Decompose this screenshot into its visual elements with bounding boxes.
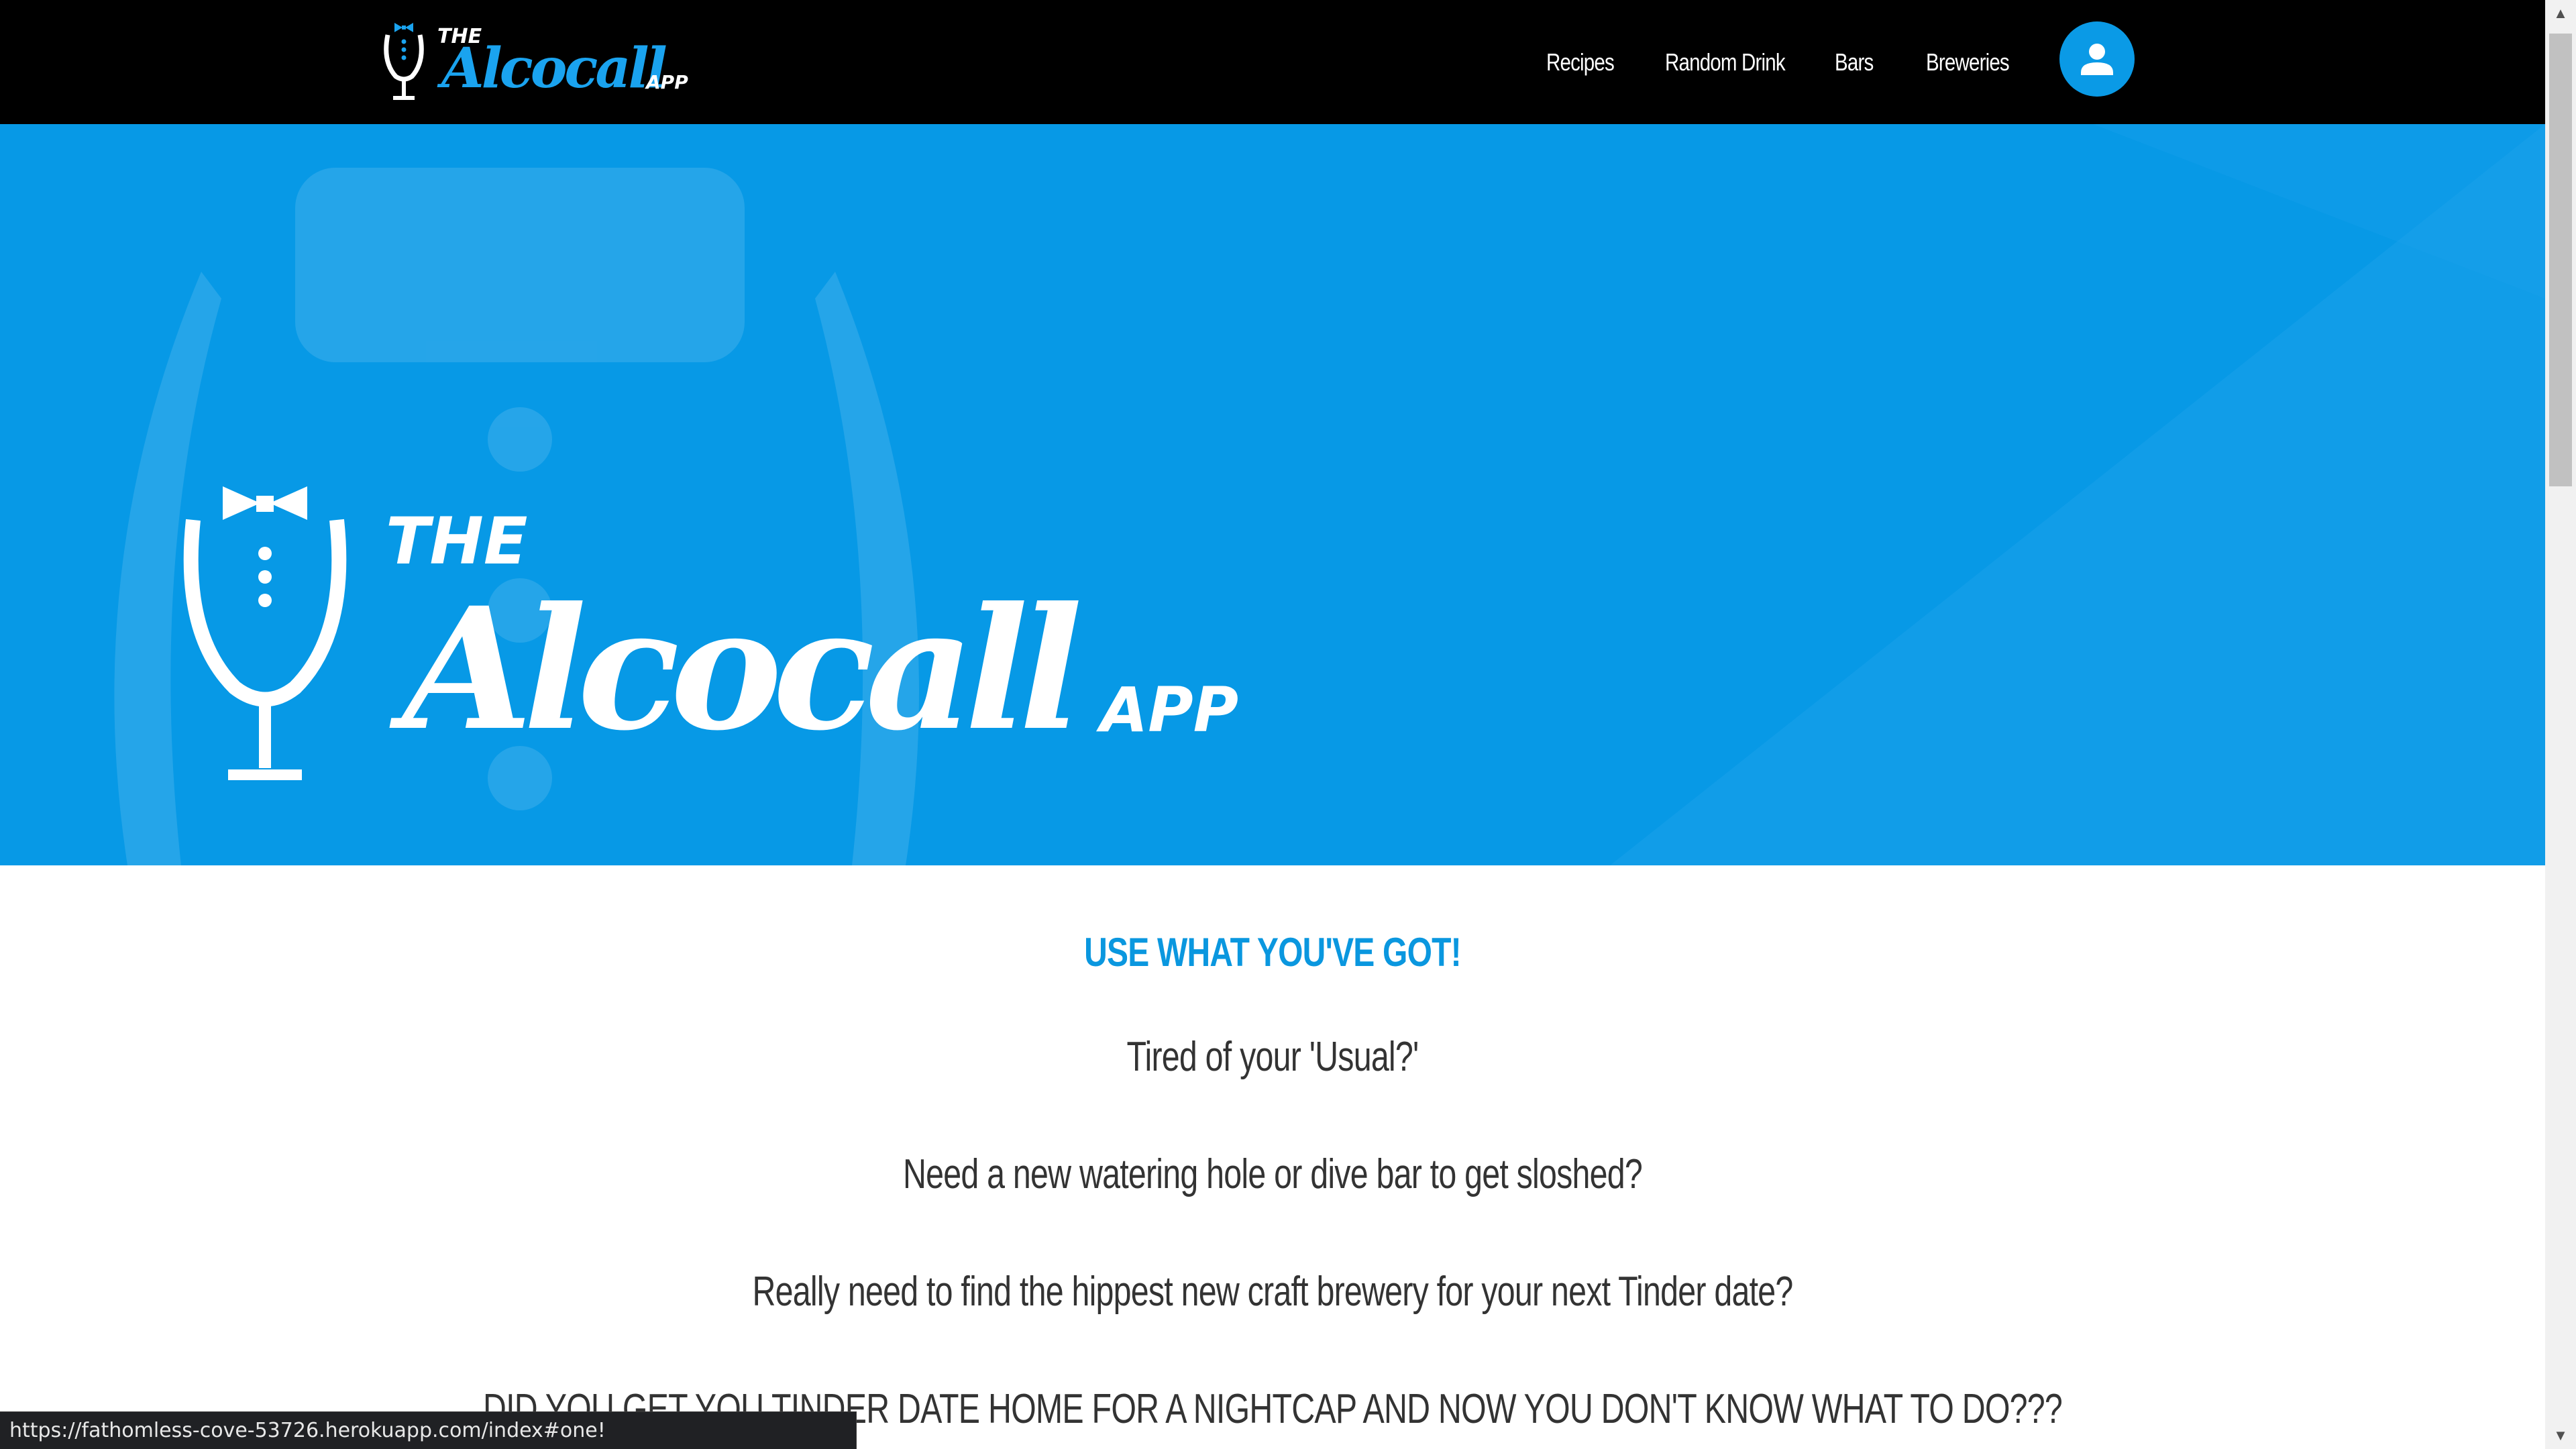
nav-link-recipes[interactable]: Recipes <box>1546 48 1615 76</box>
scrollbar-thumb[interactable] <box>2549 34 2572 486</box>
scroll-up-arrow-icon[interactable]: ▲ <box>2545 0 2576 27</box>
top-navbar: THE Alcocall APP Recipes Random Drink Ba… <box>0 0 2545 124</box>
hero-wine-glass-icon <box>183 486 347 780</box>
section-headline: USE WHAT YOU'VE GOT! <box>1084 930 1461 975</box>
nav-link-random-drink[interactable]: Random Drink <box>1665 48 1786 76</box>
intro-section: USE WHAT YOU'VE GOT! Tired of your 'Usua… <box>0 865 2545 1449</box>
nav-logo-name: Alcocall <box>437 36 667 101</box>
person-icon <box>2081 44 2113 75</box>
alcocall-hero-logo: THE Alcocall APP <box>183 486 1238 780</box>
hero-logo-name: Alcocall <box>389 570 1079 767</box>
hero-logo-suffix: APP <box>1096 674 1238 746</box>
page: THE Alcocall APP Recipes Random Drink Ba… <box>0 0 2576 1449</box>
nav-link-breweries[interactable]: Breweries <box>1926 48 2010 76</box>
intro-line-1: Tired of your 'Usual?' <box>1126 1034 1419 1080</box>
hero-logo-the: THE <box>386 504 527 579</box>
browser-status-bar: https://fathomless-cove-53726.herokuapp.… <box>0 1411 857 1449</box>
intro-line-2: Need a new watering hole or dive bar to … <box>903 1151 1643 1197</box>
vertical-scrollbar[interactable]: ▲ ▼ <box>2545 0 2576 1449</box>
alcocall-nav-logo[interactable]: THE Alcocall APP <box>376 15 718 105</box>
hero-banner: THE Alcocall APP <box>0 124 2545 865</box>
wine-glass-icon <box>384 23 424 100</box>
nav-link-bars[interactable]: Bars <box>1835 48 1874 76</box>
intro-line-3: Really need to find the hippest new craf… <box>752 1269 1794 1315</box>
nav-logo-suffix: APP <box>645 71 688 93</box>
scroll-down-arrow-icon[interactable]: ▼ <box>2545 1422 2576 1449</box>
profile-button[interactable] <box>2059 21 2135 97</box>
status-url: https://fathomless-cove-53726.herokuapp.… <box>9 1419 606 1442</box>
